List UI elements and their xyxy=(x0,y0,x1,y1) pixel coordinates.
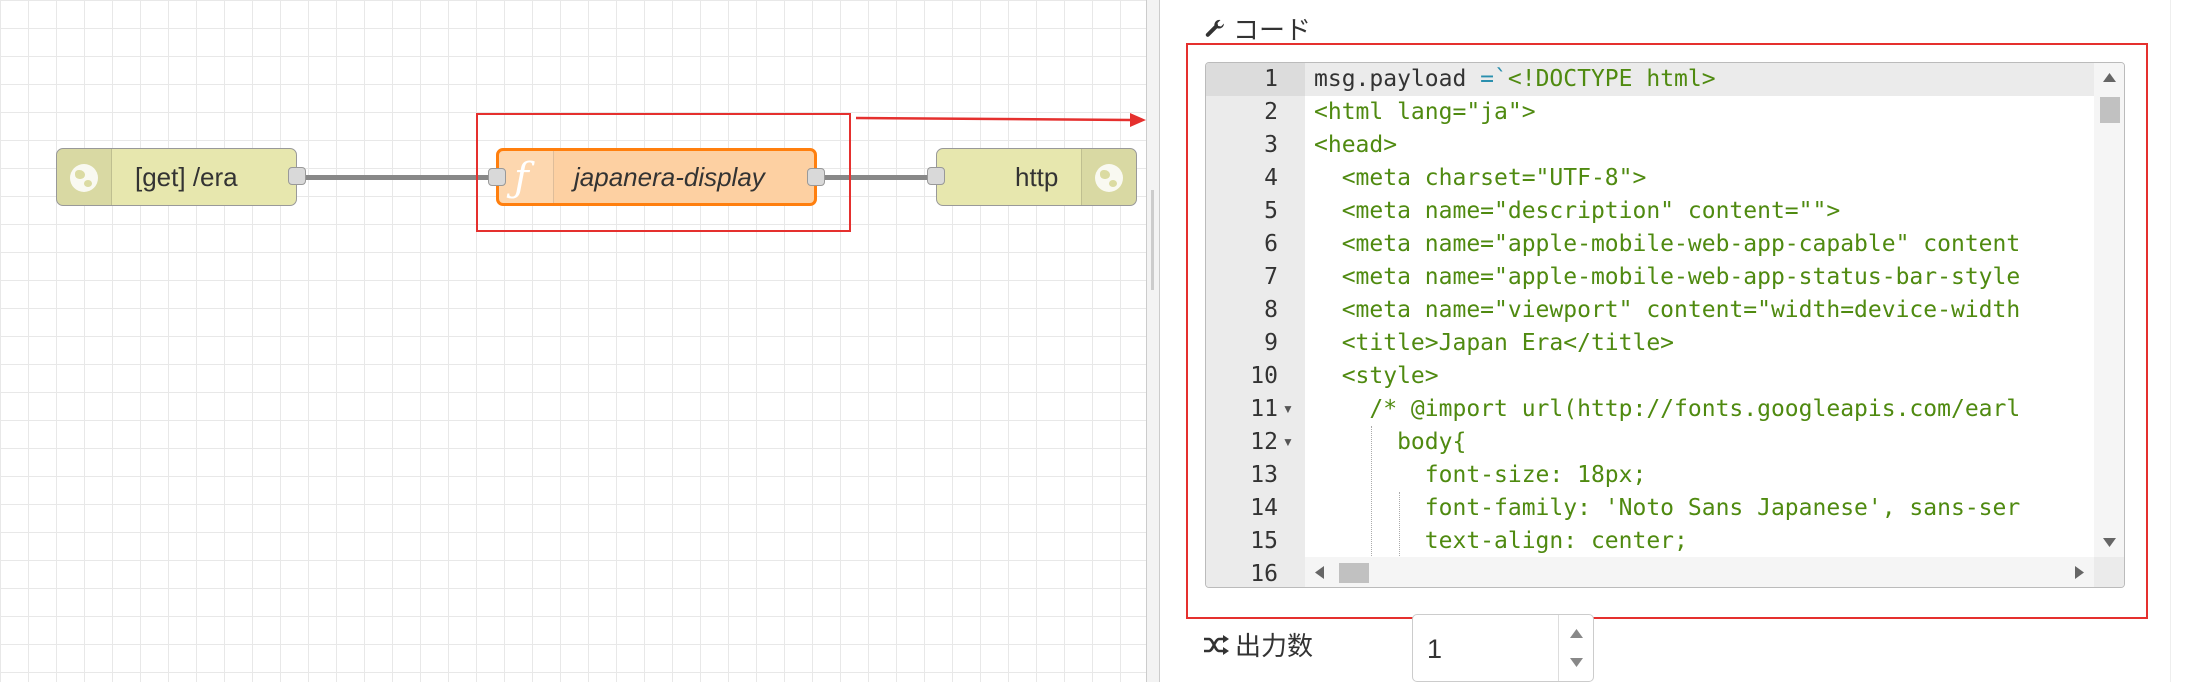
horizontal-scroll-thumb[interactable] xyxy=(1339,563,1369,583)
code-line: <html lang="ja"> xyxy=(1314,99,1536,125)
node-icon-box xyxy=(1081,149,1136,205)
line-number: 9 xyxy=(1264,330,1278,356)
line-number: 3 xyxy=(1264,132,1278,158)
code-line: msg.payload =`<!DOCTYPE html> xyxy=(1314,66,1716,92)
node-label: [get] /era xyxy=(135,161,238,192)
line-number: 12 xyxy=(1250,429,1278,455)
code-label-text: コード xyxy=(1233,15,1312,45)
code-line: <meta name="apple-mobile-web-app-status-… xyxy=(1314,264,2021,290)
code-text-area[interactable]: msg.payload =`<!DOCTYPE html> <html lang=… xyxy=(1305,63,2094,557)
line-number: 2 xyxy=(1264,99,1278,125)
shuffle-icon xyxy=(1204,634,1229,655)
globe-icon xyxy=(70,164,98,192)
code-editor[interactable]: 1 2 3 4 5 6 7 8 9 10 11 12 13 14 15 16 ▼ ▼ msg.payload =`… xyxy=(1205,62,2125,588)
scrollbar-corner xyxy=(2094,557,2124,587)
scroll-up-icon[interactable] xyxy=(2103,73,2116,82)
outputs-label-text: 出力数 xyxy=(1235,631,1314,661)
code-line: <head> xyxy=(1314,132,1398,158)
wire-1[interactable] xyxy=(296,175,496,180)
http-response-node[interactable]: http xyxy=(927,148,1137,206)
line-number: 6 xyxy=(1264,231,1278,257)
line-number: 7 xyxy=(1264,264,1278,290)
node-label: http xyxy=(1015,161,1059,192)
wrench-icon xyxy=(1205,19,1225,37)
code-line: body{ xyxy=(1314,429,1467,455)
fold-toggle-icon[interactable]: ▼ xyxy=(1282,426,1294,459)
line-number: 16 xyxy=(1250,561,1278,587)
line-number: 4 xyxy=(1264,165,1278,191)
fold-toggle-icon[interactable]: ▼ xyxy=(1282,393,1294,426)
code-label: コード xyxy=(1203,10,1311,47)
line-number: 11 xyxy=(1250,396,1278,422)
input-port[interactable] xyxy=(927,167,945,185)
flow-workspace[interactable]: [get] /era ƒ japanera-display http xyxy=(0,0,1146,682)
indent-guide xyxy=(1371,426,1372,557)
decrement-icon[interactable] xyxy=(1570,658,1583,667)
scroll-right-icon[interactable] xyxy=(2075,566,2084,579)
annotation-arrow xyxy=(856,113,1146,127)
function-node-highlight xyxy=(476,113,851,232)
code-line: <meta name="apple-mobile-web-app-capable… xyxy=(1314,231,2021,257)
line-number: 15 xyxy=(1250,528,1278,554)
scroll-down-icon[interactable] xyxy=(2103,538,2116,547)
line-number: 13 xyxy=(1250,462,1278,488)
outputs-value[interactable]: 1 xyxy=(1427,615,1442,683)
code-line: <meta name="viewport" content="width=dev… xyxy=(1314,297,2021,323)
line-number: 10 xyxy=(1250,363,1278,389)
line-number: 1 xyxy=(1264,66,1278,92)
http-in-node[interactable]: [get] /era xyxy=(56,148,306,206)
line-number: 8 xyxy=(1264,297,1278,323)
vertical-scrollbar[interactable] xyxy=(2094,63,2124,557)
panel-resize-handle[interactable] xyxy=(1146,0,1160,682)
increment-icon[interactable] xyxy=(1570,629,1583,638)
line-number: 14 xyxy=(1250,495,1278,521)
vertical-scroll-thumb[interactable] xyxy=(2100,97,2120,123)
code-line: /* @import url(http://fonts.googleapis.c… xyxy=(1314,396,2021,422)
indent-guide xyxy=(1399,492,1400,557)
panel-right-edge xyxy=(2170,0,2199,682)
code-line: <title>Japan Era</title> xyxy=(1314,330,1675,356)
outputs-label: 出力数 xyxy=(1203,626,1313,663)
resize-grip xyxy=(1151,190,1154,290)
output-port[interactable] xyxy=(288,167,306,185)
code-line: font-family: 'Noto Sans Japanese', sans-… xyxy=(1314,495,2021,521)
code-line: font-size: 18px; xyxy=(1314,462,1647,488)
code-line: <style> xyxy=(1314,363,1439,389)
horizontal-scrollbar[interactable] xyxy=(1305,557,2094,587)
line-number: 5 xyxy=(1264,198,1278,224)
code-line: <meta charset="UTF-8"> xyxy=(1314,165,1647,191)
globe-icon xyxy=(1095,164,1123,192)
spinner-buttons[interactable] xyxy=(1558,615,1593,681)
node-icon-box xyxy=(57,149,112,205)
outputs-spinner[interactable]: 1 xyxy=(1412,614,1594,682)
scroll-left-icon[interactable] xyxy=(1315,566,1324,579)
code-line: <meta name="description" content=""> xyxy=(1314,198,1841,224)
line-number-gutter: 1 2 3 4 5 6 7 8 9 10 11 12 13 14 15 16 ▼ ▼ xyxy=(1206,63,1305,587)
